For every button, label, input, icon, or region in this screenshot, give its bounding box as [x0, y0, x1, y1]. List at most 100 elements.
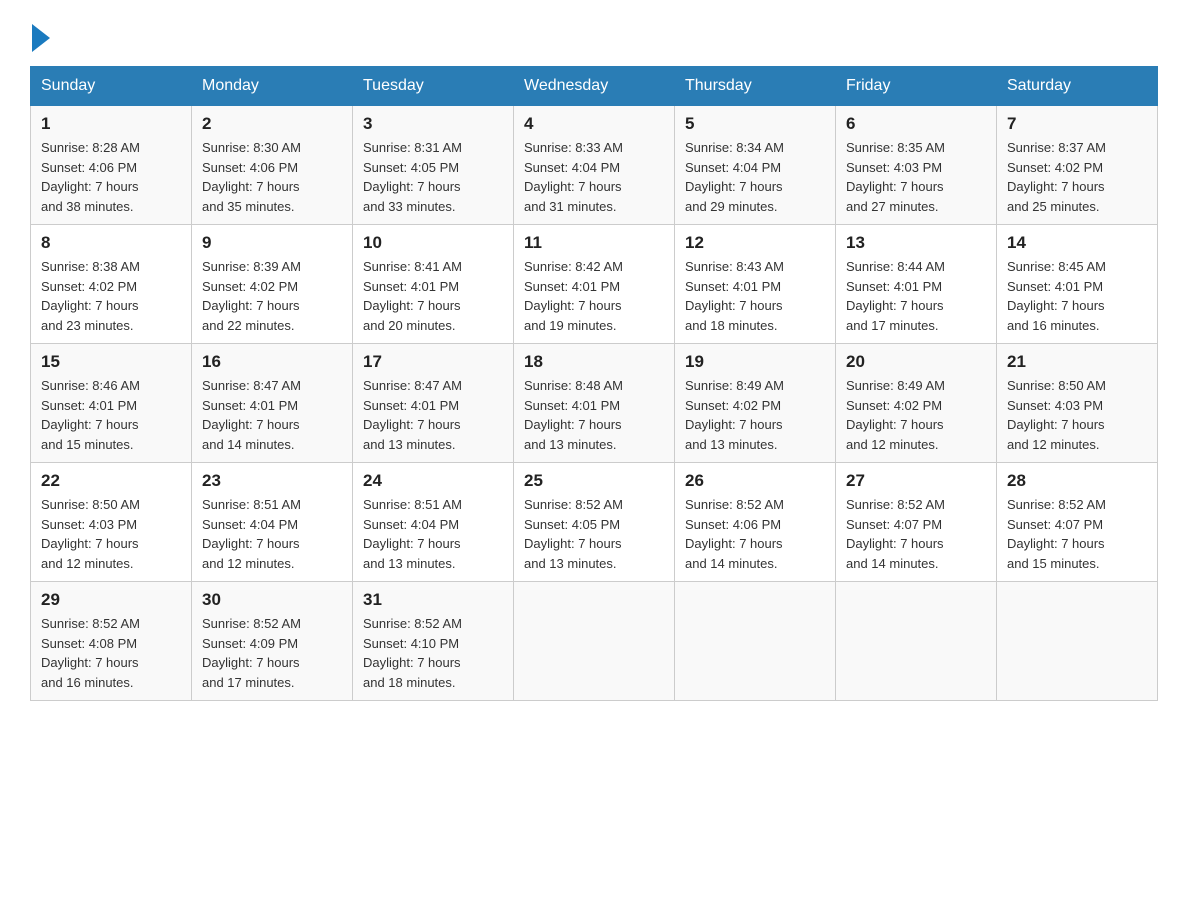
day-info: Sunrise: 8:49 AMSunset: 4:02 PMDaylight:… [685, 376, 825, 454]
day-number: 12 [685, 233, 825, 253]
day-number: 13 [846, 233, 986, 253]
calendar-cell: 2Sunrise: 8:30 AMSunset: 4:06 PMDaylight… [192, 106, 353, 225]
logo [30, 20, 50, 48]
calendar-cell: 10Sunrise: 8:41 AMSunset: 4:01 PMDayligh… [353, 225, 514, 344]
day-number: 4 [524, 114, 664, 134]
calendar-cell: 25 Sunrise: 8:52 AMSunset: 4:05 PMDayligh… [514, 463, 675, 582]
logo-arrow-icon [32, 24, 50, 52]
day-info: Sunrise: 8:52 AMSunset: 4:07 PMDaylight:… [846, 495, 986, 573]
calendar-cell: 11 Sunrise: 8:42 AMSunset: 4:01 PMDayligh… [514, 225, 675, 344]
day-info: Sunrise: 8:34 AMSunset: 4:04 PMDaylight:… [685, 138, 825, 216]
day-number: 14 [1007, 233, 1147, 253]
weekday-header-thursday: Thursday [675, 67, 836, 106]
calendar-cell: 13 Sunrise: 8:44 AMSunset: 4:01 PMDayligh… [836, 225, 997, 344]
day-info: Sunrise: 8:52 AMSunset: 4:09 PMDaylight:… [202, 614, 342, 692]
day-number: 22 [41, 471, 181, 491]
weekday-header-monday: Monday [192, 67, 353, 106]
day-number: 23 [202, 471, 342, 491]
day-number: 6 [846, 114, 986, 134]
calendar-cell: 7Sunrise: 8:37 AMSunset: 4:02 PMDaylight… [997, 106, 1158, 225]
day-number: 25 [524, 471, 664, 491]
calendar-cell [997, 582, 1158, 701]
calendar-week-3: 15 Sunrise: 8:46 AMSunset: 4:01 PMDayligh… [31, 344, 1158, 463]
calendar-week-5: 29Sunrise: 8:52 AMSunset: 4:08 PMDayligh… [31, 582, 1158, 701]
calendar-cell: 15 Sunrise: 8:46 AMSunset: 4:01 PMDayligh… [31, 344, 192, 463]
day-info: Sunrise: 8:52 AMSunset: 4:06 PMDaylight:… [685, 495, 825, 573]
weekday-header-friday: Friday [836, 67, 997, 106]
weekday-row: SundayMondayTuesdayWednesdayThursdayFrid… [31, 67, 1158, 106]
calendar-cell: 18 Sunrise: 8:48 AMSunset: 4:01 PMDayligh… [514, 344, 675, 463]
calendar-cell [514, 582, 675, 701]
day-info: Sunrise: 8:33 AMSunset: 4:04 PMDaylight:… [524, 138, 664, 216]
day-number: 29 [41, 590, 181, 610]
day-info: Sunrise: 8:31 AMSunset: 4:05 PMDaylight:… [363, 138, 503, 216]
day-number: 21 [1007, 352, 1147, 372]
day-info: Sunrise: 8:42 AMSunset: 4:01 PMDaylight:… [524, 257, 664, 335]
day-number: 26 [685, 471, 825, 491]
calendar-cell: 6 Sunrise: 8:35 AMSunset: 4:03 PMDaylight… [836, 106, 997, 225]
day-number: 2 [202, 114, 342, 134]
calendar-cell: 21 Sunrise: 8:50 AMSunset: 4:03 PMDayligh… [997, 344, 1158, 463]
day-number: 9 [202, 233, 342, 253]
day-number: 30 [202, 590, 342, 610]
day-number: 7 [1007, 114, 1147, 134]
day-number: 20 [846, 352, 986, 372]
calendar-cell: 4 Sunrise: 8:33 AMSunset: 4:04 PMDaylight… [514, 106, 675, 225]
weekday-header-wednesday: Wednesday [514, 67, 675, 106]
calendar-cell: 16 Sunrise: 8:47 AMSunset: 4:01 PMDayligh… [192, 344, 353, 463]
calendar-table: SundayMondayTuesdayWednesdayThursdayFrid… [30, 66, 1158, 701]
calendar-cell: 8 Sunrise: 8:38 AMSunset: 4:02 PMDaylight… [31, 225, 192, 344]
calendar-cell: 20 Sunrise: 8:49 AMSunset: 4:02 PMDayligh… [836, 344, 997, 463]
calendar-week-4: 22 Sunrise: 8:50 AMSunset: 4:03 PMDayligh… [31, 463, 1158, 582]
calendar-cell: 5 Sunrise: 8:34 AMSunset: 4:04 PMDaylight… [675, 106, 836, 225]
calendar-cell: 3 Sunrise: 8:31 AMSunset: 4:05 PMDaylight… [353, 106, 514, 225]
calendar-week-1: 1Sunrise: 8:28 AMSunset: 4:06 PMDaylight… [31, 106, 1158, 225]
day-info: Sunrise: 8:43 AMSunset: 4:01 PMDaylight:… [685, 257, 825, 335]
calendar-week-2: 8 Sunrise: 8:38 AMSunset: 4:02 PMDaylight… [31, 225, 1158, 344]
calendar-cell: 28 Sunrise: 8:52 AMSunset: 4:07 PMDayligh… [997, 463, 1158, 582]
calendar-cell [675, 582, 836, 701]
calendar-cell: 22 Sunrise: 8:50 AMSunset: 4:03 PMDayligh… [31, 463, 192, 582]
day-info: Sunrise: 8:48 AMSunset: 4:01 PMDaylight:… [524, 376, 664, 454]
calendar-cell: 30 Sunrise: 8:52 AMSunset: 4:09 PMDayligh… [192, 582, 353, 701]
day-info: Sunrise: 8:46 AMSunset: 4:01 PMDaylight:… [41, 376, 181, 454]
day-info: Sunrise: 8:28 AMSunset: 4:06 PMDaylight:… [41, 138, 181, 216]
day-number: 28 [1007, 471, 1147, 491]
day-number: 18 [524, 352, 664, 372]
day-number: 24 [363, 471, 503, 491]
calendar-cell: 23 Sunrise: 8:51 AMSunset: 4:04 PMDayligh… [192, 463, 353, 582]
day-info: Sunrise: 8:38 AMSunset: 4:02 PMDaylight:… [41, 257, 181, 335]
calendar-header: SundayMondayTuesdayWednesdayThursdayFrid… [31, 67, 1158, 106]
calendar-cell: 31Sunrise: 8:52 AMSunset: 4:10 PMDayligh… [353, 582, 514, 701]
day-info: Sunrise: 8:51 AMSunset: 4:04 PMDaylight:… [363, 495, 503, 573]
day-number: 5 [685, 114, 825, 134]
day-number: 15 [41, 352, 181, 372]
day-number: 27 [846, 471, 986, 491]
day-number: 8 [41, 233, 181, 253]
day-info: Sunrise: 8:39 AMSunset: 4:02 PMDaylight:… [202, 257, 342, 335]
day-number: 11 [524, 233, 664, 253]
day-info: Sunrise: 8:47 AMSunset: 4:01 PMDaylight:… [202, 376, 342, 454]
day-number: 16 [202, 352, 342, 372]
day-info: Sunrise: 8:49 AMSunset: 4:02 PMDaylight:… [846, 376, 986, 454]
day-info: Sunrise: 8:52 AMSunset: 4:10 PMDaylight:… [363, 614, 503, 692]
calendar-cell: 19 Sunrise: 8:49 AMSunset: 4:02 PMDayligh… [675, 344, 836, 463]
day-info: Sunrise: 8:50 AMSunset: 4:03 PMDaylight:… [1007, 376, 1147, 454]
day-info: Sunrise: 8:50 AMSunset: 4:03 PMDaylight:… [41, 495, 181, 573]
calendar-cell: 1Sunrise: 8:28 AMSunset: 4:06 PMDaylight… [31, 106, 192, 225]
day-info: Sunrise: 8:35 AMSunset: 4:03 PMDaylight:… [846, 138, 986, 216]
day-number: 19 [685, 352, 825, 372]
weekday-header-saturday: Saturday [997, 67, 1158, 106]
calendar-cell: 12 Sunrise: 8:43 AMSunset: 4:01 PMDayligh… [675, 225, 836, 344]
day-info: Sunrise: 8:51 AMSunset: 4:04 PMDaylight:… [202, 495, 342, 573]
calendar-cell: 27 Sunrise: 8:52 AMSunset: 4:07 PMDayligh… [836, 463, 997, 582]
page-header [30, 20, 1158, 48]
calendar-body: 1Sunrise: 8:28 AMSunset: 4:06 PMDaylight… [31, 106, 1158, 701]
day-info: Sunrise: 8:52 AMSunset: 4:07 PMDaylight:… [1007, 495, 1147, 573]
calendar-cell: 14Sunrise: 8:45 AMSunset: 4:01 PMDayligh… [997, 225, 1158, 344]
day-info: Sunrise: 8:44 AMSunset: 4:01 PMDaylight:… [846, 257, 986, 335]
day-info: Sunrise: 8:52 AMSunset: 4:05 PMDaylight:… [524, 495, 664, 573]
weekday-header-tuesday: Tuesday [353, 67, 514, 106]
day-number: 3 [363, 114, 503, 134]
calendar-cell [836, 582, 997, 701]
